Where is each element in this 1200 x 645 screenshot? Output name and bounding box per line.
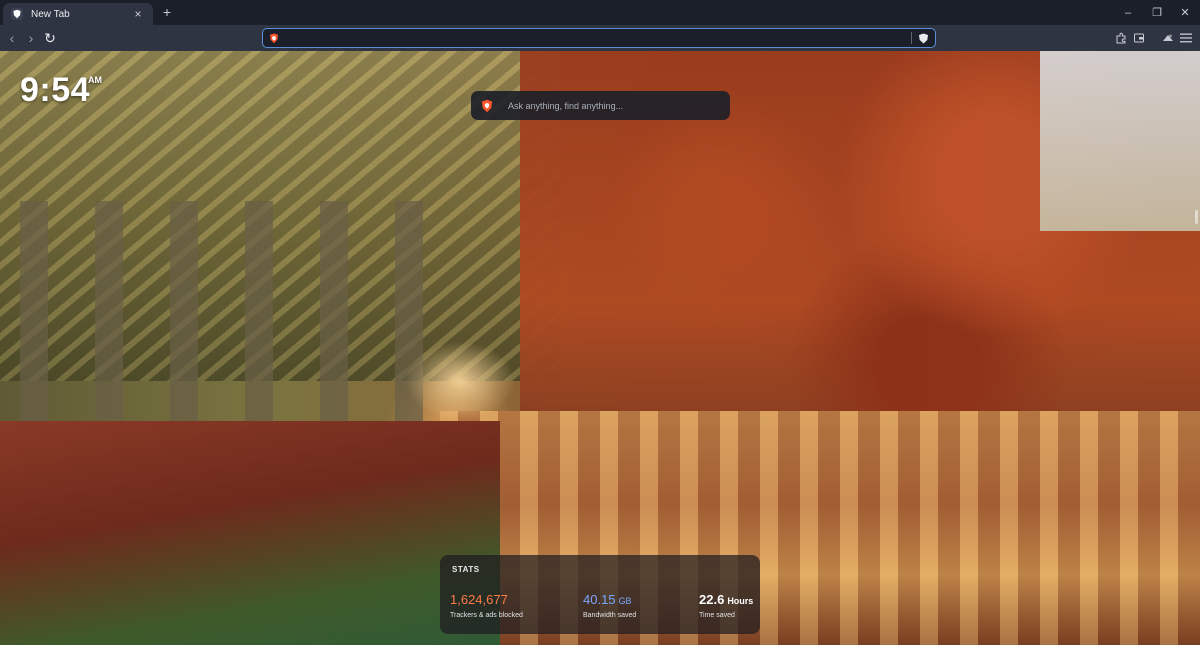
clock-time: 9:54: [20, 71, 91, 109]
clock-ampm: AM: [88, 75, 102, 85]
time-stat: 22.6 Hours Time saved: [699, 591, 753, 619]
brave-favicon-icon: [11, 8, 23, 20]
address-bar[interactable]: [262, 28, 936, 48]
tab-strip: New Tab × + – ❐ ✕: [0, 0, 1200, 25]
brave-rewards-icon[interactable]: [918, 33, 929, 44]
address-divider: [911, 32, 912, 44]
minimize-button[interactable]: –: [1113, 0, 1143, 25]
stats-title: STATS: [452, 565, 480, 574]
bandwidth-label: Bandwidth saved: [583, 612, 637, 619]
time-value: 22.6: [699, 592, 725, 607]
trackers-stat: 1,624,677 Trackers & ads blocked: [450, 591, 523, 619]
scrollbar[interactable]: [1195, 210, 1198, 224]
time-label: Time saved: [699, 612, 735, 619]
sky-patch: [1040, 51, 1200, 231]
forward-button[interactable]: ›: [23, 29, 39, 47]
search-box[interactable]: [471, 91, 730, 120]
tab-close-icon[interactable]: ×: [131, 7, 145, 21]
bandwidth-unit: GB: [618, 596, 632, 606]
trackers-label: Trackers & ads blocked: [450, 612, 523, 619]
leaf-covered-path: [0, 421, 500, 645]
window-close-button[interactable]: ✕: [1170, 0, 1200, 25]
back-button[interactable]: ‹: [4, 29, 20, 47]
trackers-value: 1,624,677: [450, 592, 508, 607]
wallet-icon[interactable]: [1131, 30, 1147, 46]
reload-button[interactable]: ↻: [42, 29, 58, 47]
bandwidth-stat: 40.15 GB Bandwidth saved: [583, 591, 636, 619]
profile-icon[interactable]: [1160, 30, 1176, 46]
address-input[interactable]: [285, 31, 905, 45]
stats-widget[interactable]: STATS 1,624,677 Trackers & ads blocked 4…: [440, 555, 760, 634]
search-input[interactable]: [506, 99, 721, 112]
tab-new-tab[interactable]: New Tab ×: [3, 3, 153, 25]
extensions-icon[interactable]: [1113, 30, 1129, 46]
restore-button[interactable]: ❐: [1142, 0, 1172, 25]
menu-icon[interactable]: [1178, 30, 1194, 46]
brave-shield-icon[interactable]: [269, 33, 279, 44]
time-unit: Hours: [727, 596, 754, 606]
bandwidth-value: 40.15: [583, 592, 616, 607]
new-tab-button[interactable]: +: [160, 5, 174, 19]
brave-search-icon: [481, 99, 493, 112]
distant-light: [405, 341, 515, 421]
tab-title: New Tab: [31, 8, 70, 20]
